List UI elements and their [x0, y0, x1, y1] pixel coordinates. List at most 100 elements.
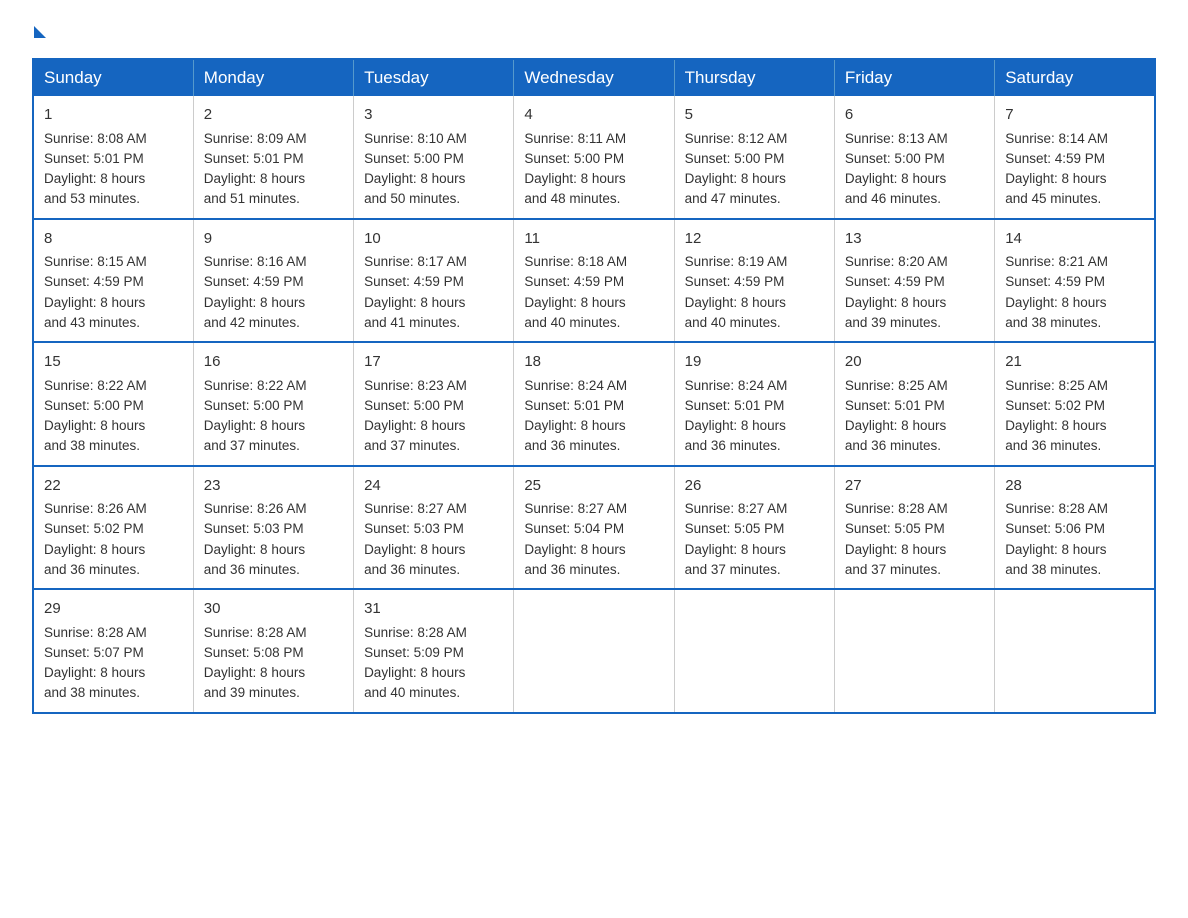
- day-daylight-line2: and 38 minutes.: [1005, 315, 1101, 330]
- day-daylight-line1: Daylight: 8 hours: [44, 665, 145, 680]
- day-sunset: Sunset: 4:59 PM: [44, 274, 144, 289]
- day-daylight-line1: Daylight: 8 hours: [1005, 171, 1106, 186]
- day-number: 12: [685, 228, 824, 251]
- day-sunrise: Sunrise: 8:28 AM: [44, 625, 147, 640]
- day-daylight-line1: Daylight: 8 hours: [524, 418, 625, 433]
- day-daylight-line1: Daylight: 8 hours: [524, 171, 625, 186]
- day-sunrise: Sunrise: 8:16 AM: [204, 254, 307, 269]
- logo-triangle-icon: [34, 26, 46, 38]
- calendar-day-cell: 15Sunrise: 8:22 AMSunset: 5:00 PMDayligh…: [33, 342, 193, 466]
- calendar-header-thursday: Thursday: [674, 59, 834, 96]
- calendar-day-cell: 31Sunrise: 8:28 AMSunset: 5:09 PMDayligh…: [354, 589, 514, 713]
- day-daylight-line1: Daylight: 8 hours: [204, 295, 305, 310]
- calendar-day-cell: 17Sunrise: 8:23 AMSunset: 5:00 PMDayligh…: [354, 342, 514, 466]
- calendar-week-row: 1Sunrise: 8:08 AMSunset: 5:01 PMDaylight…: [33, 96, 1155, 219]
- day-sunset: Sunset: 5:00 PM: [845, 151, 945, 166]
- day-number: 31: [364, 598, 503, 621]
- day-number: 26: [685, 475, 824, 498]
- day-daylight-line1: Daylight: 8 hours: [44, 295, 145, 310]
- calendar-day-cell: 14Sunrise: 8:21 AMSunset: 4:59 PMDayligh…: [995, 219, 1155, 343]
- day-daylight-line1: Daylight: 8 hours: [44, 171, 145, 186]
- day-daylight-line2: and 51 minutes.: [204, 191, 300, 206]
- day-daylight-line1: Daylight: 8 hours: [685, 171, 786, 186]
- day-number: 11: [524, 228, 663, 251]
- day-sunset: Sunset: 5:00 PM: [524, 151, 624, 166]
- day-number: 2: [204, 104, 343, 127]
- day-number: 28: [1005, 475, 1144, 498]
- day-daylight-line1: Daylight: 8 hours: [364, 171, 465, 186]
- day-sunrise: Sunrise: 8:28 AM: [364, 625, 467, 640]
- day-daylight-line2: and 37 minutes.: [845, 562, 941, 577]
- day-daylight-line2: and 36 minutes.: [685, 438, 781, 453]
- day-daylight-line2: and 36 minutes.: [1005, 438, 1101, 453]
- calendar-day-cell: 7Sunrise: 8:14 AMSunset: 4:59 PMDaylight…: [995, 96, 1155, 219]
- calendar-day-cell: 22Sunrise: 8:26 AMSunset: 5:02 PMDayligh…: [33, 466, 193, 590]
- day-sunrise: Sunrise: 8:24 AM: [685, 378, 788, 393]
- calendar-week-row: 8Sunrise: 8:15 AMSunset: 4:59 PMDaylight…: [33, 219, 1155, 343]
- calendar-table: SundayMondayTuesdayWednesdayThursdayFrid…: [32, 58, 1156, 714]
- day-number: 23: [204, 475, 343, 498]
- calendar-day-cell: 30 Sunrise: 8:28 AM Sunset: 5:08 PM Dayligh…: [193, 589, 353, 713]
- calendar-day-cell: 23Sunrise: 8:26 AMSunset: 5:03 PMDayligh…: [193, 466, 353, 590]
- calendar-header-sunday: Sunday: [33, 59, 193, 96]
- day-sunrise: Sunrise: 8:27 AM: [685, 501, 788, 516]
- day-daylight-line1: Daylight: 8 hours: [1005, 542, 1106, 557]
- calendar-header-wednesday: Wednesday: [514, 59, 674, 96]
- calendar-day-cell: 20Sunrise: 8:25 AMSunset: 5:01 PMDayligh…: [834, 342, 994, 466]
- day-number: 1: [44, 104, 183, 127]
- day-sunset: Sunset: 5:00 PM: [204, 398, 304, 413]
- day-sunset: Sunset: 5:08 PM: [204, 645, 304, 660]
- day-daylight-line2: and 48 minutes.: [524, 191, 620, 206]
- day-daylight-line1: Daylight: 8 hours: [44, 542, 145, 557]
- day-sunset: Sunset: 5:02 PM: [44, 521, 144, 536]
- day-daylight-line2: and 45 minutes.: [1005, 191, 1101, 206]
- day-sunrise: Sunrise: 8:14 AM: [1005, 131, 1108, 146]
- calendar-day-cell: 2Sunrise: 8:09 AMSunset: 5:01 PMDaylight…: [193, 96, 353, 219]
- day-daylight-line1: Daylight: 8 hours: [364, 542, 465, 557]
- day-daylight-line1: Daylight: 8 hours: [685, 418, 786, 433]
- day-sunrise: Sunrise: 8:13 AM: [845, 131, 948, 146]
- day-sunrise: Sunrise: 8:25 AM: [1005, 378, 1108, 393]
- day-daylight-line2: and 36 minutes.: [204, 562, 300, 577]
- day-sunset: Sunset: 4:59 PM: [685, 274, 785, 289]
- calendar-day-cell: 21Sunrise: 8:25 AMSunset: 5:02 PMDayligh…: [995, 342, 1155, 466]
- day-daylight-line2: and 36 minutes.: [364, 562, 460, 577]
- day-daylight-line2: and 40 minutes.: [685, 315, 781, 330]
- day-daylight-line2: and 38 minutes.: [44, 438, 140, 453]
- day-number: 8: [44, 228, 183, 251]
- day-sunrise: Sunrise: 8:23 AM: [364, 378, 467, 393]
- day-number: 25: [524, 475, 663, 498]
- day-sunrise: Sunrise: 8:21 AM: [1005, 254, 1108, 269]
- day-sunset: Sunset: 5:07 PM: [44, 645, 144, 660]
- day-daylight-line1: Daylight: 8 hours: [204, 665, 305, 680]
- day-sunrise: Sunrise: 8:19 AM: [685, 254, 788, 269]
- day-daylight-line1: Daylight: 8 hours: [364, 418, 465, 433]
- calendar-day-cell: 26Sunrise: 8:27 AMSunset: 5:05 PMDayligh…: [674, 466, 834, 590]
- day-daylight-line2: and 40 minutes.: [524, 315, 620, 330]
- day-daylight-line2: and 37 minutes.: [685, 562, 781, 577]
- day-daylight-line2: and 37 minutes.: [204, 438, 300, 453]
- day-daylight-line2: and 36 minutes.: [845, 438, 941, 453]
- day-number: 15: [44, 351, 183, 374]
- calendar-day-cell: [514, 589, 674, 713]
- day-sunset: Sunset: 5:00 PM: [364, 151, 464, 166]
- day-daylight-line2: and 37 minutes.: [364, 438, 460, 453]
- day-sunrise: Sunrise: 8:28 AM: [204, 625, 307, 640]
- calendar-day-cell: 18Sunrise: 8:24 AMSunset: 5:01 PMDayligh…: [514, 342, 674, 466]
- calendar-header-monday: Monday: [193, 59, 353, 96]
- calendar-day-cell: 8Sunrise: 8:15 AMSunset: 4:59 PMDaylight…: [33, 219, 193, 343]
- day-sunset: Sunset: 5:01 PM: [845, 398, 945, 413]
- calendar-day-cell: 19Sunrise: 8:24 AMSunset: 5:01 PMDayligh…: [674, 342, 834, 466]
- day-daylight-line1: Daylight: 8 hours: [845, 171, 946, 186]
- day-daylight-line2: and 41 minutes.: [364, 315, 460, 330]
- day-sunrise: Sunrise: 8:18 AM: [524, 254, 627, 269]
- day-number: 20: [845, 351, 984, 374]
- day-number: 30: [204, 598, 343, 621]
- day-sunset: Sunset: 4:59 PM: [524, 274, 624, 289]
- day-daylight-line1: Daylight: 8 hours: [845, 418, 946, 433]
- day-sunset: Sunset: 5:05 PM: [685, 521, 785, 536]
- day-number: 17: [364, 351, 503, 374]
- calendar-day-cell: 12Sunrise: 8:19 AMSunset: 4:59 PMDayligh…: [674, 219, 834, 343]
- day-number: 3: [364, 104, 503, 127]
- day-sunset: Sunset: 5:09 PM: [364, 645, 464, 660]
